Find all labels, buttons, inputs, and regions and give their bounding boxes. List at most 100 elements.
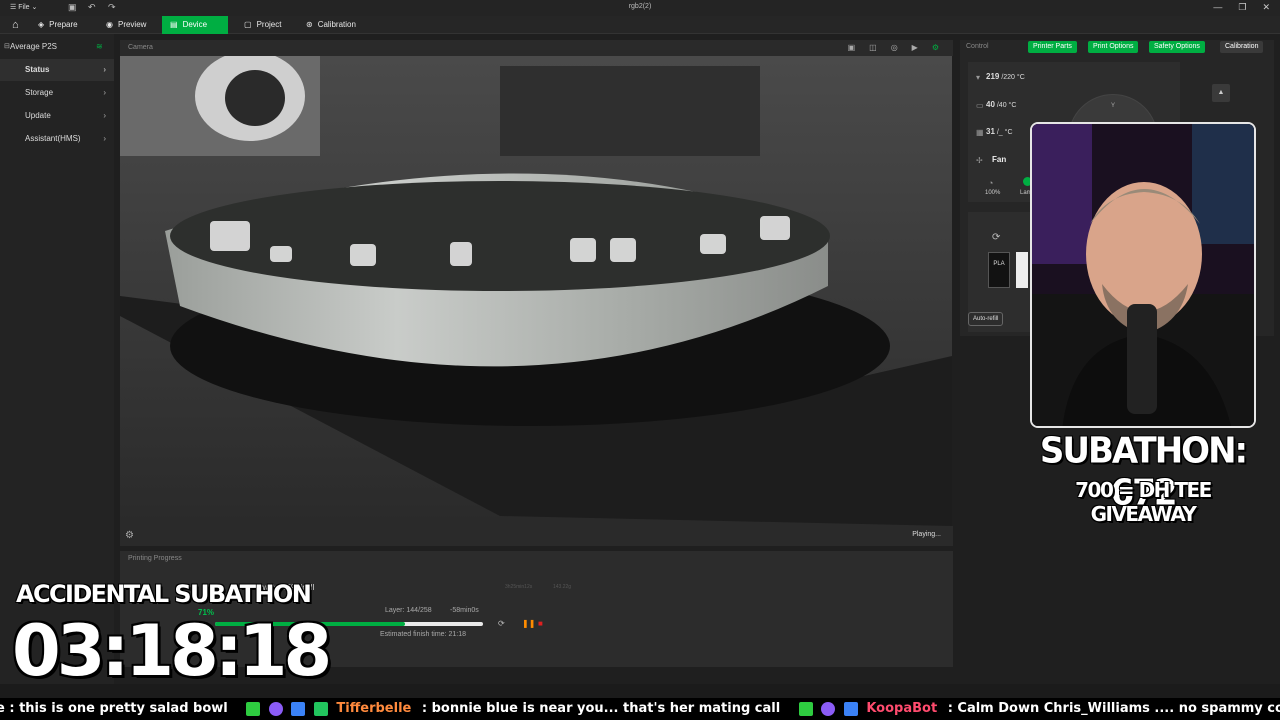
chamber-target: /_ (996, 129, 1003, 136)
nozzle-unit: °C (1016, 74, 1025, 81)
chat-badge-blue (843, 702, 858, 716)
window-title: rgb2(2) (628, 3, 652, 10)
subathon-timer: 03:18:18 (12, 610, 332, 692)
nozzle-target: /220 (1001, 74, 1015, 81)
jog-y-label: Y (1111, 103, 1116, 109)
sidebar-item-status[interactable]: Status › (0, 59, 114, 81)
filament-type: PLA (993, 261, 1005, 267)
title-bar: ☰ File ⌄ ▣ ↶ ↷ rgb2(2) — ❐ ✕ (0, 0, 1280, 16)
sidebar-item-label: Status (25, 65, 50, 74)
time-remaining: -58min0s (450, 607, 479, 614)
finish-time: Estimated finish time: 21:18 (380, 631, 466, 638)
chat-badge-green (246, 702, 261, 716)
status-bar (0, 684, 1280, 698)
chamber-icon: ▦ (976, 128, 984, 137)
sidebar-item-update[interactable]: Update › (0, 105, 114, 127)
nozzle-temp[interactable]: 219 /220 °C (986, 72, 1025, 81)
bed-target: /40 (996, 102, 1007, 109)
tab-project[interactable]: ▢ Project (236, 16, 296, 34)
nozzle-icon: ▾ (976, 73, 981, 82)
chat-ticker: e : this is one pretty salad bowl Tiffer… (0, 698, 1280, 720)
printer-parts-button[interactable]: Printer Parts (1028, 41, 1077, 53)
skip-icon[interactable]: ⟳ (498, 619, 505, 628)
sidebar-item-assistant[interactable]: Assistant(HMS) › (0, 128, 114, 150)
wifi-icon: ≋ (96, 42, 103, 51)
bed-temp[interactable]: 40 /40 °C (986, 100, 1016, 109)
sidebar-item-label: Update (25, 111, 51, 120)
bed-unit: °C (1008, 102, 1017, 109)
maximize-button[interactable]: ❐ (1238, 2, 1246, 13)
fan-label: Fan (992, 155, 1007, 164)
chamber-temp[interactable]: 31 /_ °C (986, 127, 1013, 136)
chat-message-text: : bonnie blue is near you... that's her … (421, 701, 781, 716)
chat-badge-blue (291, 702, 306, 716)
chevron-right-icon: › (103, 134, 106, 143)
sidebar-item-label: Storage (25, 88, 54, 97)
chamber-unit: °C (1004, 129, 1013, 136)
accidental-subathon-title: ACCIDENTAL SUBATHON (16, 580, 312, 608)
chat-username: Tifferbelle (336, 701, 412, 716)
giveaway-text: 700 = DH TEE GIVEAWAY (1075, 478, 1212, 526)
webcam-overlay (1030, 122, 1256, 428)
chat-badge-green (798, 702, 813, 716)
nozzle-current: 219 (986, 72, 1000, 81)
cube-icon: ◈ (38, 20, 45, 29)
print-weight: 143.22g (553, 584, 572, 590)
progress-title: Printing Progress (128, 555, 182, 562)
camera-footer: ⚙ Playing... (120, 526, 953, 546)
stop-icon[interactable]: ■ (538, 619, 543, 628)
camera-status: Playing... (912, 531, 941, 538)
camera-feed (120, 56, 952, 526)
project-icon: ▢ (244, 20, 252, 29)
calibration-button[interactable]: Calibration (1220, 41, 1264, 53)
home-icon[interactable]: ⌂ (4, 16, 26, 34)
tab-calibration[interactable]: ⊛ Calibration (298, 16, 374, 34)
record-icon[interactable]: ◎ (891, 43, 898, 52)
calibration-icon: ⊛ (306, 20, 313, 29)
tab-device[interactable]: ▤ Device (162, 16, 228, 34)
printer-icon: ▤ (170, 20, 178, 29)
sidebar-item-label: Assistant(HMS) (25, 134, 81, 143)
z-up-button[interactable]: ▲ (1212, 84, 1230, 102)
camera-image (120, 56, 952, 526)
pause-icon[interactable]: ❚❚ (522, 619, 535, 628)
control-title: Control (966, 43, 989, 50)
printer-name[interactable]: Average P2S (10, 42, 57, 51)
chevron-right-icon: › (103, 111, 106, 120)
timelapse-icon[interactable]: ◫ (869, 43, 877, 52)
snapshot-icon[interactable]: ▣ (848, 43, 856, 52)
camera-settings-icon[interactable]: ⚙ (932, 43, 939, 52)
safety-options-button[interactable]: Safety Options (1149, 41, 1205, 53)
fan-speed-icon[interactable]: ◔ (988, 178, 993, 188)
auto-refill-button[interactable]: Auto-refill (968, 312, 1004, 326)
bed-current: 40 (986, 100, 995, 109)
fan-percent: 100% (985, 190, 1001, 196)
print-time-estimate: 3h25min12s (505, 584, 533, 590)
tab-prepare[interactable]: ◈ Prepare (30, 16, 96, 34)
camera-gear-icon[interactable]: ⚙ (125, 530, 134, 541)
chevron-right-icon: › (103, 65, 106, 74)
tab-preview[interactable]: ◉ Preview (98, 16, 160, 34)
close-button[interactable]: ✕ (1262, 2, 1270, 13)
tab-label: Calibration (317, 20, 356, 29)
video-icon[interactable]: ▶ (912, 43, 918, 52)
eye-icon: ◉ (106, 20, 113, 29)
fan-icon: ✢ (976, 156, 983, 165)
tab-label: Preview (117, 20, 147, 29)
ams-slot-2[interactable] (1016, 252, 1028, 288)
chat-message-text: : Calm Down Chris_Williams .... no spamm… (947, 701, 1280, 716)
ams-slot-1[interactable]: PLA (988, 252, 1010, 288)
tab-label: Device (182, 20, 208, 29)
bed-icon: ▭ (976, 101, 984, 110)
tab-label: Project (256, 20, 282, 29)
print-options-button[interactable]: Print Options (1088, 41, 1139, 53)
minimize-button[interactable]: — (1213, 2, 1222, 13)
chat-username: KoopaBot (866, 701, 938, 716)
chat-badge-star (313, 702, 328, 716)
layer-count: Layer: 144/258 (385, 607, 432, 614)
printer-list-icon[interactable]: ⊟ (4, 42, 10, 50)
refresh-icon[interactable]: ⟳ (992, 232, 1000, 243)
chevron-right-icon: › (103, 88, 106, 97)
main-nav: ⌂ ◈ Prepare ◉ Preview ▤ Device ▢ Project ⊛ Ca… (0, 16, 1280, 34)
sidebar-item-storage[interactable]: Storage › (0, 82, 114, 104)
